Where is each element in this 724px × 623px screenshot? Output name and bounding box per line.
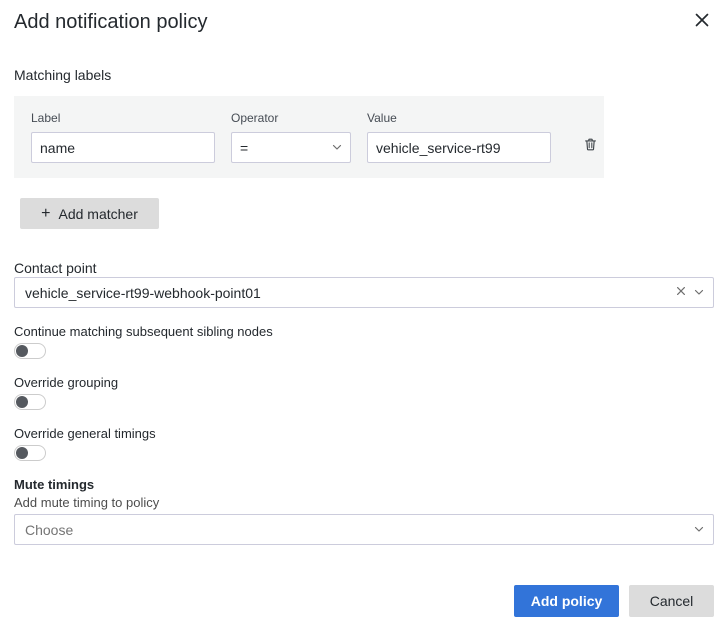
contact-point-select[interactable]: vehicle_service-rt99-webhook-point01 [14,277,714,308]
matcher-label-field-group: Label [31,110,215,163]
chevron-down-icon [331,140,343,156]
matcher-operator-column-header: Operator [231,111,279,125]
matcher-operator-value: = [240,139,249,156]
mute-timings-actions [693,522,705,538]
matcher-value-column-header: Value [367,111,397,125]
cancel-button[interactable]: Cancel [629,585,714,617]
delete-matcher-button[interactable] [578,134,602,158]
mute-timings-select[interactable]: Choose [14,514,714,545]
override-general-timings-toggle[interactable] [14,445,46,461]
matcher-label-input[interactable] [31,132,215,163]
contact-point-label: Contact point [14,260,97,276]
chevron-down-icon [693,522,705,538]
matcher-operator-field-group: Operator = [231,110,351,163]
mute-timings-title: Mute timings [14,477,95,492]
matcher-value-input[interactable] [367,132,551,163]
mute-timings-description: Add mute timing to policy [14,495,160,510]
chevron-down-icon [693,285,705,301]
matching-labels-heading: Matching labels [14,67,112,83]
plus-icon: + [41,204,51,222]
add-matcher-button[interactable]: + Add matcher [20,198,159,229]
matcher-operator-select[interactable]: = [231,132,351,163]
clear-x-icon [675,285,687,300]
mute-timings-placeholder: Choose [25,521,74,538]
toggle-knob [16,396,28,408]
contact-point-value: vehicle_service-rt99-webhook-point01 [25,284,261,301]
continue-matching-toggle[interactable] [14,343,46,359]
continue-matching-label: Continue matching subsequent sibling nod… [14,324,273,339]
toggle-knob [16,345,28,357]
add-matcher-label: Add matcher [58,205,138,222]
close-button[interactable] [688,6,716,34]
trash-icon [583,137,598,155]
add-policy-button[interactable]: Add policy [514,585,619,617]
override-general-timings-label: Override general timings [14,426,156,441]
override-grouping-label: Override grouping [14,375,119,390]
page-title: Add notification policy [14,11,208,33]
matcher-value-field-group: Value [367,110,551,163]
matchers-panel: Label Operator = Value [14,96,604,178]
close-icon [694,12,710,28]
override-grouping-toggle[interactable] [14,394,46,410]
modal-header: Add notification policy [0,0,724,44]
toggle-knob [16,447,28,459]
clear-contact-point-button[interactable] [675,285,687,300]
contact-point-actions [675,285,705,301]
matcher-label-column-header: Label [31,111,61,125]
